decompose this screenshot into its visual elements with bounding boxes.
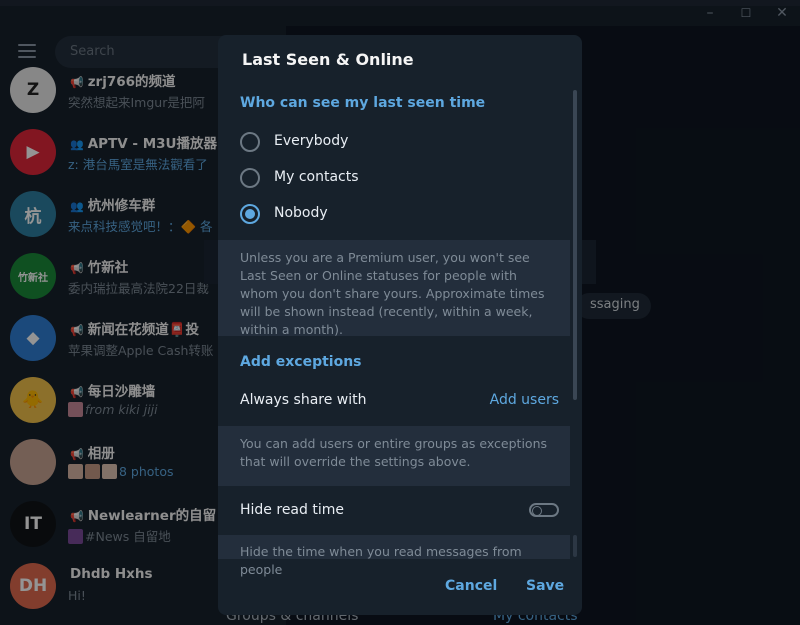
option-everybody[interactable]: Everybody — [218, 124, 570, 160]
hide-read-time-label: Hide read time — [240, 502, 344, 518]
section-who-can-see: Who can see my last seen time — [240, 95, 486, 111]
always-share-label: Always share with — [240, 392, 367, 408]
section-add-exceptions: Add exceptions — [240, 354, 362, 370]
premium-note: Unless you are a Premium user, you won't… — [218, 240, 570, 337]
radio-icon[interactable] — [240, 132, 260, 152]
hide-read-time-toggle[interactable] — [529, 503, 559, 517]
add-users-button[interactable]: Add users — [490, 392, 559, 408]
option-my-contacts[interactable]: My contacts — [218, 160, 570, 196]
radio-icon[interactable] — [240, 204, 260, 224]
dialog-title: Last Seen & Online — [242, 50, 414, 69]
option-label: My contacts — [274, 169, 359, 185]
option-nobody[interactable]: Nobody — [218, 196, 570, 232]
save-button[interactable]: Save — [526, 578, 564, 594]
option-label: Nobody — [274, 205, 328, 221]
last-seen-dialog: Last Seen & Online Who can see my last s… — [218, 35, 582, 615]
dialog-scrollbar-track — [573, 535, 577, 557]
dialog-scrollbar[interactable] — [573, 90, 577, 400]
exceptions-note: You can add users or entire groups as ex… — [218, 426, 570, 486]
radio-icon[interactable] — [240, 168, 260, 188]
hide-read-note: Hide the time when you read messages fro… — [218, 535, 570, 577]
option-label: Everybody — [274, 133, 349, 149]
cancel-button[interactable]: Cancel — [445, 578, 497, 594]
